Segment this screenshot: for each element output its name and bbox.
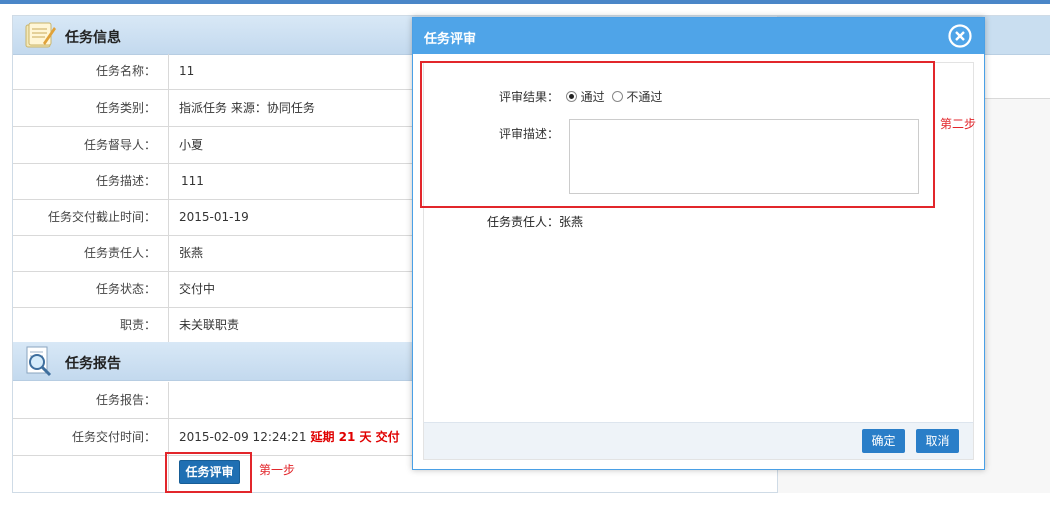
dialog-footer: 确定 取消 — [423, 422, 974, 460]
row-value: 11 — [179, 64, 195, 78]
row-value: 张燕 — [179, 246, 204, 260]
row-label: 任务类别： — [13, 90, 169, 126]
row-label: 任务报告： — [13, 382, 169, 418]
overdue-text: 延期 21 天 交付 — [310, 430, 400, 444]
row-label: 任务状态： — [13, 272, 169, 307]
row-label: 任务责任人： — [13, 236, 169, 271]
dialog-titlebar: 任务评审 — [413, 18, 984, 54]
confirm-button[interactable]: 确定 — [862, 429, 905, 453]
owner-label: 任务责任人： — [487, 215, 560, 229]
close-icon[interactable] — [948, 24, 972, 48]
magnifier-document-icon — [26, 346, 52, 377]
row-value: 小夏 — [179, 138, 204, 152]
row-label: 任务描述： — [13, 164, 169, 199]
row-value: 交付中 — [179, 282, 216, 296]
row-value: 2015-02-09 12:24:21 延期 21 天 交付 — [179, 419, 400, 455]
row-value: 指派任务 来源：协同任务 — [179, 101, 315, 115]
delivery-time: 2015-02-09 12:24:21 — [179, 430, 307, 444]
row-label: 任务名称： — [13, 54, 169, 89]
step2-highlight — [420, 61, 935, 208]
step2-note: 第二步 — [940, 117, 977, 131]
row-label: 任务督导人： — [13, 127, 169, 163]
row-label: 职责： — [13, 308, 169, 342]
task-report-title: 任务报告 — [65, 356, 121, 372]
step1-note: 第一步 — [259, 463, 296, 477]
dialog-title: 任务评审 — [424, 32, 477, 47]
owner-value: 张燕 — [559, 215, 584, 229]
row-value: 2015-01-19 — [179, 210, 249, 224]
top-bar — [0, 0, 1050, 4]
step1-highlight — [165, 452, 252, 493]
row-value: 未关联职责 — [179, 318, 240, 332]
notebook-icon — [25, 22, 56, 48]
row-label-empty — [13, 456, 169, 492]
task-info-title: 任务信息 — [65, 30, 121, 46]
owner-row: 任务责任人：张燕 — [487, 213, 583, 230]
row-label: 任务交付时间： — [13, 419, 169, 455]
cancel-button[interactable]: 取消 — [916, 429, 959, 453]
row-label: 任务交付截止时间： — [13, 200, 169, 235]
row-value: 111 — [181, 174, 204, 188]
